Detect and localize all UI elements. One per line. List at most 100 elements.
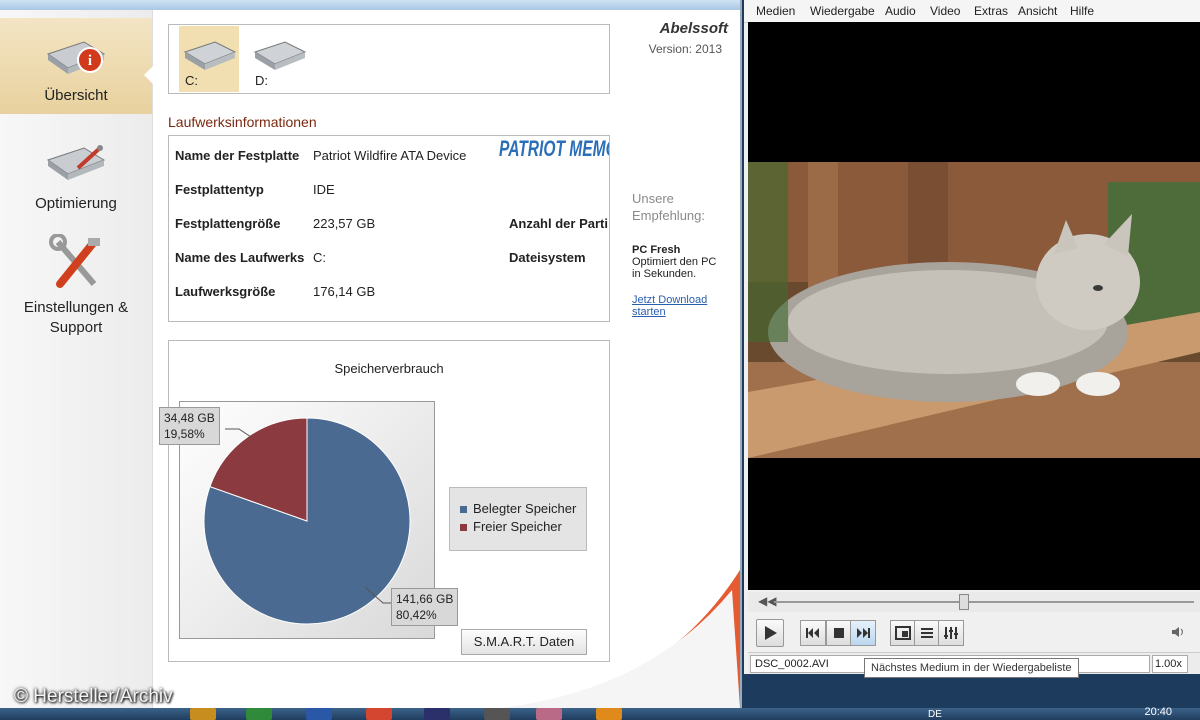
taskbar-photoshop-icon[interactable]: [424, 708, 450, 720]
next-button[interactable]: [850, 620, 876, 646]
info-label: Laufwerksgröße: [175, 284, 276, 299]
equalizer-button[interactable]: [938, 620, 964, 646]
sidebar-item-optimize[interactable]: Optimierung: [0, 128, 152, 224]
seek-track[interactable]: [774, 601, 1194, 603]
legend-item-free: Freier Speicher: [460, 518, 562, 536]
next-media-tooltip: Nächstes Medium in der Wiedergabeliste: [864, 658, 1079, 678]
data-label-free-pct: 19,58%: [164, 427, 205, 441]
player-menubar: Medien Wiedergabe Audio Video Extras Ansicht H…: [744, 0, 1200, 23]
stop-icon: [834, 628, 844, 638]
video-area[interactable]: [748, 22, 1200, 590]
drive-selector: C: D:: [168, 24, 610, 94]
window-top-strip: [0, 0, 740, 10]
legend-item-used: Belegter Speicher: [460, 500, 576, 518]
video-frame-cat-image: [748, 162, 1200, 458]
language-indicator[interactable]: DE: [928, 709, 942, 720]
previous-button[interactable]: [800, 620, 826, 646]
menu-item[interactable]: Ansicht: [1018, 0, 1057, 22]
info-label: Festplattengröße: [175, 216, 281, 231]
data-label-used-gb: 141,66 GB: [396, 592, 454, 606]
download-link-line-2: starten: [632, 306, 666, 318]
sidebar-item-label: Übersicht: [44, 87, 108, 104]
info-row-disk-type: Festplattentyp IDE: [175, 180, 605, 200]
recommendation-desc-2: in Sekunden.: [632, 268, 697, 280]
media-player-window: Medien Wiedergabe Audio Video Extras Ansicht H…: [744, 0, 1200, 674]
data-label-used-pct: 80,42%: [396, 608, 437, 622]
info-value: C:: [313, 250, 326, 265]
equalizer-icon: [944, 627, 958, 639]
data-label-free-gb: 34,48 GB: [164, 411, 215, 425]
download-link[interactable]: Jetzt Download starten: [632, 294, 737, 318]
taskbar-player-icon[interactable]: [596, 708, 622, 720]
seek-thumb[interactable]: [959, 594, 969, 610]
download-link-line-1: Jetzt Download: [632, 294, 708, 306]
stop-button[interactable]: [826, 620, 852, 646]
drive-info-panel: PATRIOT MEMORY Name der Festplatte Patri…: [168, 135, 610, 322]
drive-letter: C:: [185, 73, 198, 88]
info-label-filesystem: Dateisystem: [509, 250, 586, 265]
decorative-swoosh: [500, 570, 740, 708]
brand-area: Abelssoft Version: 2013: [640, 14, 736, 64]
recommendation-desc-1: Optimiert den PC: [632, 256, 717, 268]
playback-speed[interactable]: 1.00x: [1152, 655, 1188, 673]
playlist-button[interactable]: [914, 620, 940, 646]
seek-bar[interactable]: ◀◀: [748, 592, 1200, 612]
taskbar-excel-icon[interactable]: [246, 708, 272, 720]
playlist-icon: [921, 628, 933, 638]
taskbar-abelssoft-icon[interactable]: [536, 708, 562, 720]
taskbar-folder-icon[interactable]: [190, 708, 216, 720]
play-icon: [765, 626, 777, 640]
menu-item[interactable]: Hilfe: [1070, 0, 1094, 22]
legend-swatch-free: [460, 524, 467, 532]
sidebar-item-settings[interactable]: Einstellungen & Support: [0, 232, 152, 342]
legend-label: Freier Speicher: [473, 519, 562, 534]
abelssoft-window: i Übersicht Optimierung Einstellungen &: [0, 0, 742, 708]
menu-item[interactable]: Medien: [756, 0, 795, 22]
taskbar-word-icon[interactable]: [306, 708, 332, 720]
info-label: Name des Laufwerks: [175, 250, 305, 265]
menu-item[interactable]: Wiedergabe: [810, 0, 875, 22]
info-value: 223,57 GB: [313, 216, 376, 231]
chart-legend: Belegter Speicher Freier Speicher: [449, 487, 587, 551]
active-indicator: [144, 66, 153, 84]
hard-drive-icon: [253, 41, 307, 70]
brand-logo: Abelssoft: [659, 20, 728, 37]
play-button[interactable]: [756, 619, 784, 647]
taskbar-app-icon[interactable]: [484, 708, 510, 720]
recommendation-heading-2: Empfehlung:: [632, 208, 705, 223]
info-label: Name der Festplatte: [175, 148, 300, 163]
info-value: IDE: [313, 182, 335, 197]
menu-item[interactable]: Audio: [885, 0, 916, 22]
drive-d[interactable]: D:: [249, 26, 309, 92]
drive-info-icon: i: [46, 41, 106, 74]
recommendation-product: PC Fresh: [632, 244, 681, 256]
drive-c[interactable]: C:: [179, 26, 239, 92]
info-value: 176,14 GB: [313, 284, 376, 299]
skip-back-icon: [806, 628, 819, 638]
taskbar-browser-icon[interactable]: [366, 708, 392, 720]
taskbar-clock[interactable]: 20:40: [1144, 706, 1172, 718]
sidebar-item-label: Einstellungen & Support: [23, 299, 129, 336]
recommendation-heading-1: Unsere: [632, 191, 674, 206]
info-label: Festplattentyp: [175, 182, 264, 197]
info-row-disk-size: Festplattengröße 223,57 GB Anzahl der Pa…: [175, 214, 608, 234]
version-label: Version: 2013: [648, 42, 722, 56]
info-row-drive-size: Laufwerksgröße 176,14 GB: [175, 282, 605, 302]
data-label-free: 34,48 GB 19,58%: [159, 407, 220, 445]
info-row-disk-name: Name der Festplatte Patriot Wildfire ATA…: [175, 146, 605, 166]
recommendation-panel: Unsere Empfehlung: PC Fresh Optimiert de…: [632, 190, 737, 318]
leader-line-free: [225, 428, 252, 438]
info-value: Patriot Wildfire ATA Device: [313, 148, 467, 163]
fullscreen-button[interactable]: [890, 620, 916, 646]
drive-optimize-icon: [46, 145, 106, 180]
menu-item[interactable]: Extras: [974, 0, 1008, 22]
hard-drive-icon: [183, 41, 237, 70]
sidebar-item-overview[interactable]: i Übersicht: [0, 18, 153, 114]
info-label-partitions: Anzahl der Parti: [509, 216, 608, 231]
volume-icon[interactable]: [1170, 624, 1186, 640]
fullscreen-icon: [895, 626, 911, 640]
section-title: Laufwerksinformationen: [168, 114, 317, 130]
skip-forward-icon: [857, 628, 870, 638]
sidebar-item-label: Optimierung: [35, 195, 117, 212]
menu-item[interactable]: Video: [930, 0, 960, 22]
